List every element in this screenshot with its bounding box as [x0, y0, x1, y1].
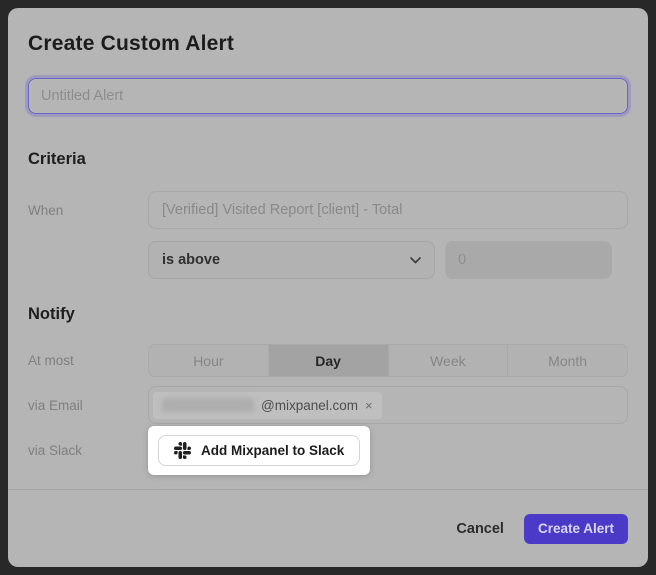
slack-icon	[174, 442, 191, 459]
when-event-value: [Verified] Visited Report [client] - Tot…	[162, 202, 402, 218]
segment-week[interactable]: Week	[389, 345, 509, 376]
when-row: When [Verified] Visited Report [client] …	[28, 191, 628, 229]
when-event-input[interactable]: [Verified] Visited Report [client] - Tot…	[148, 191, 628, 229]
email-recipients-input[interactable]: @mixpanel.com ×	[148, 386, 628, 424]
when-label: When	[28, 203, 148, 218]
cancel-button[interactable]: Cancel	[456, 521, 504, 537]
chevron-down-icon	[410, 252, 421, 268]
at-most-row: At most Hour Day Week Month	[28, 344, 628, 377]
condition-row: is above 0	[28, 241, 628, 279]
slack-button-label: Add Mixpanel to Slack	[201, 443, 344, 458]
remove-email-icon[interactable]: ×	[365, 398, 373, 413]
via-email-label: via Email	[28, 398, 148, 413]
segment-hour[interactable]: Hour	[149, 345, 269, 376]
page-title: Create Custom Alert	[28, 32, 628, 56]
create-alert-button[interactable]: Create Alert	[524, 514, 628, 544]
condition-selected-value: is above	[162, 252, 410, 268]
email-chip: @mixpanel.com ×	[153, 392, 382, 419]
email-chip-domain: @mixpanel.com	[261, 398, 358, 413]
notify-heading: Notify	[28, 305, 628, 324]
segment-month[interactable]: Month	[508, 345, 627, 376]
condition-select[interactable]: is above	[148, 241, 435, 279]
add-mixpanel-to-slack-button[interactable]: Add Mixpanel to Slack	[158, 435, 360, 466]
frequency-segmented-control: Hour Day Week Month	[148, 344, 628, 377]
via-slack-row: via Slack Add Mixpanel to Slack	[28, 426, 628, 475]
modal-footer: Cancel Create Alert	[8, 489, 648, 567]
modal-body: Create Custom Alert Criteria When [Verif…	[8, 8, 648, 475]
via-email-row: via Email @mixpanel.com ×	[28, 386, 628, 424]
via-slack-label: via Slack	[28, 443, 148, 458]
redacted-email-username	[162, 398, 254, 412]
threshold-input[interactable]: 0	[445, 241, 612, 279]
onboarding-spotlight: Add Mixpanel to Slack	[148, 426, 370, 475]
threshold-value: 0	[458, 252, 466, 268]
at-most-label: At most	[28, 353, 148, 368]
criteria-heading: Criteria	[28, 150, 628, 169]
alert-name-input[interactable]	[28, 78, 628, 114]
create-custom-alert-modal: Create Custom Alert Criteria When [Verif…	[8, 8, 648, 567]
segment-day[interactable]: Day	[269, 345, 389, 376]
